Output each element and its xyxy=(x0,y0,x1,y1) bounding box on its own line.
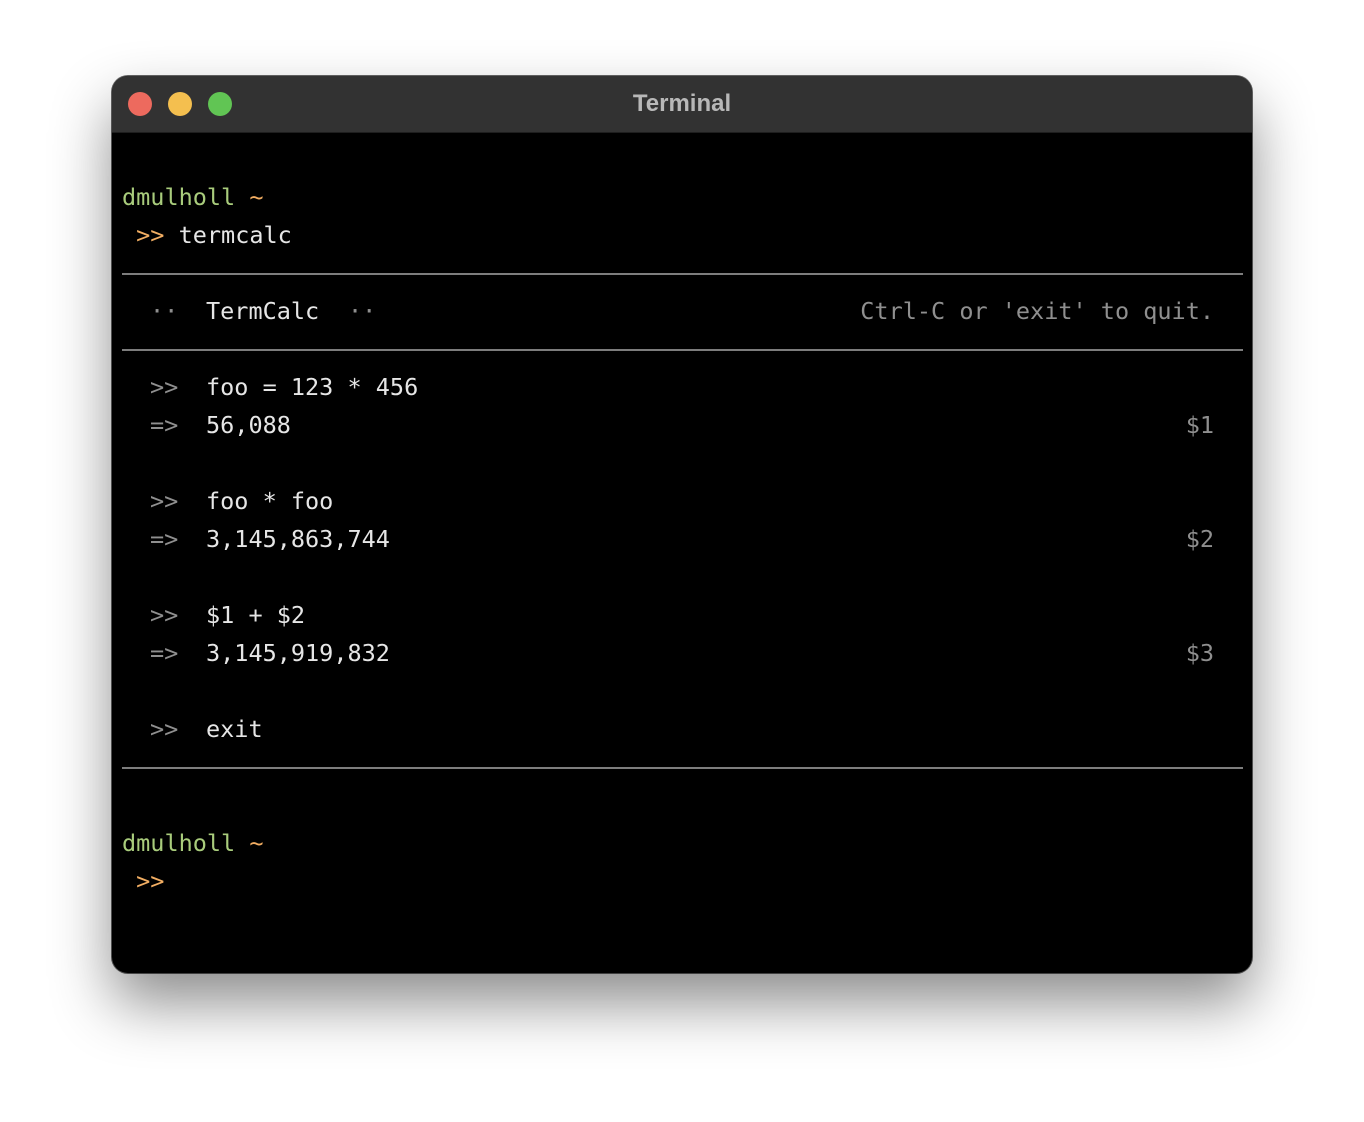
prompt-marker: >> xyxy=(136,221,165,249)
title-bar: Terminal xyxy=(112,76,1252,133)
result-ref: $3 xyxy=(1185,639,1214,667)
input-marker: >> xyxy=(150,715,179,743)
input-expression: foo * foo xyxy=(206,487,334,515)
command-text: termcalc xyxy=(178,221,292,249)
username: dmulholl xyxy=(122,829,236,857)
output-marker: => xyxy=(150,411,179,439)
prompt-marker: >> xyxy=(136,867,165,895)
terminal-content[interactable]: dmulholl ~ >> termcalc ·· TermCalc ·· Ct… xyxy=(112,132,1252,973)
prompt-header: dmulholl ~ xyxy=(122,178,264,216)
username: dmulholl xyxy=(122,183,236,211)
command-line: >> termcalc xyxy=(122,216,292,254)
result-ref: $2 xyxy=(1185,525,1214,553)
cwd: ~ xyxy=(249,829,264,857)
quit-hint: Ctrl-C or 'exit' to quit. xyxy=(860,297,1214,325)
input-marker: >> xyxy=(150,373,179,401)
command-line[interactable]: >> xyxy=(122,862,164,900)
divider xyxy=(122,767,1243,769)
prompt-header: dmulholl ~ xyxy=(122,824,264,862)
terminal-window: Terminal dmulholl ~ >> termcalc ·· TermC… xyxy=(112,76,1252,973)
app-title: TermCalc xyxy=(206,297,320,325)
output-marker: => xyxy=(150,525,179,553)
output-value: 56,088 xyxy=(206,411,291,439)
input-expression: exit xyxy=(206,715,263,743)
output-marker: => xyxy=(150,639,179,667)
input-marker: >> xyxy=(150,601,179,629)
header-right-dots: ·· xyxy=(348,297,377,325)
window-title: Terminal xyxy=(632,90,732,117)
input-expression: foo = 123 * 456 xyxy=(206,373,419,401)
header-left-dots: ·· xyxy=(150,297,179,325)
output-value: 3,145,919,832 xyxy=(206,639,390,667)
cwd: ~ xyxy=(249,183,264,211)
input-expression: $1 + $2 xyxy=(206,601,306,629)
divider xyxy=(122,349,1243,351)
output-value: 3,145,863,744 xyxy=(206,525,390,553)
input-marker: >> xyxy=(150,487,179,515)
result-ref: $1 xyxy=(1185,411,1214,439)
divider xyxy=(122,273,1243,275)
